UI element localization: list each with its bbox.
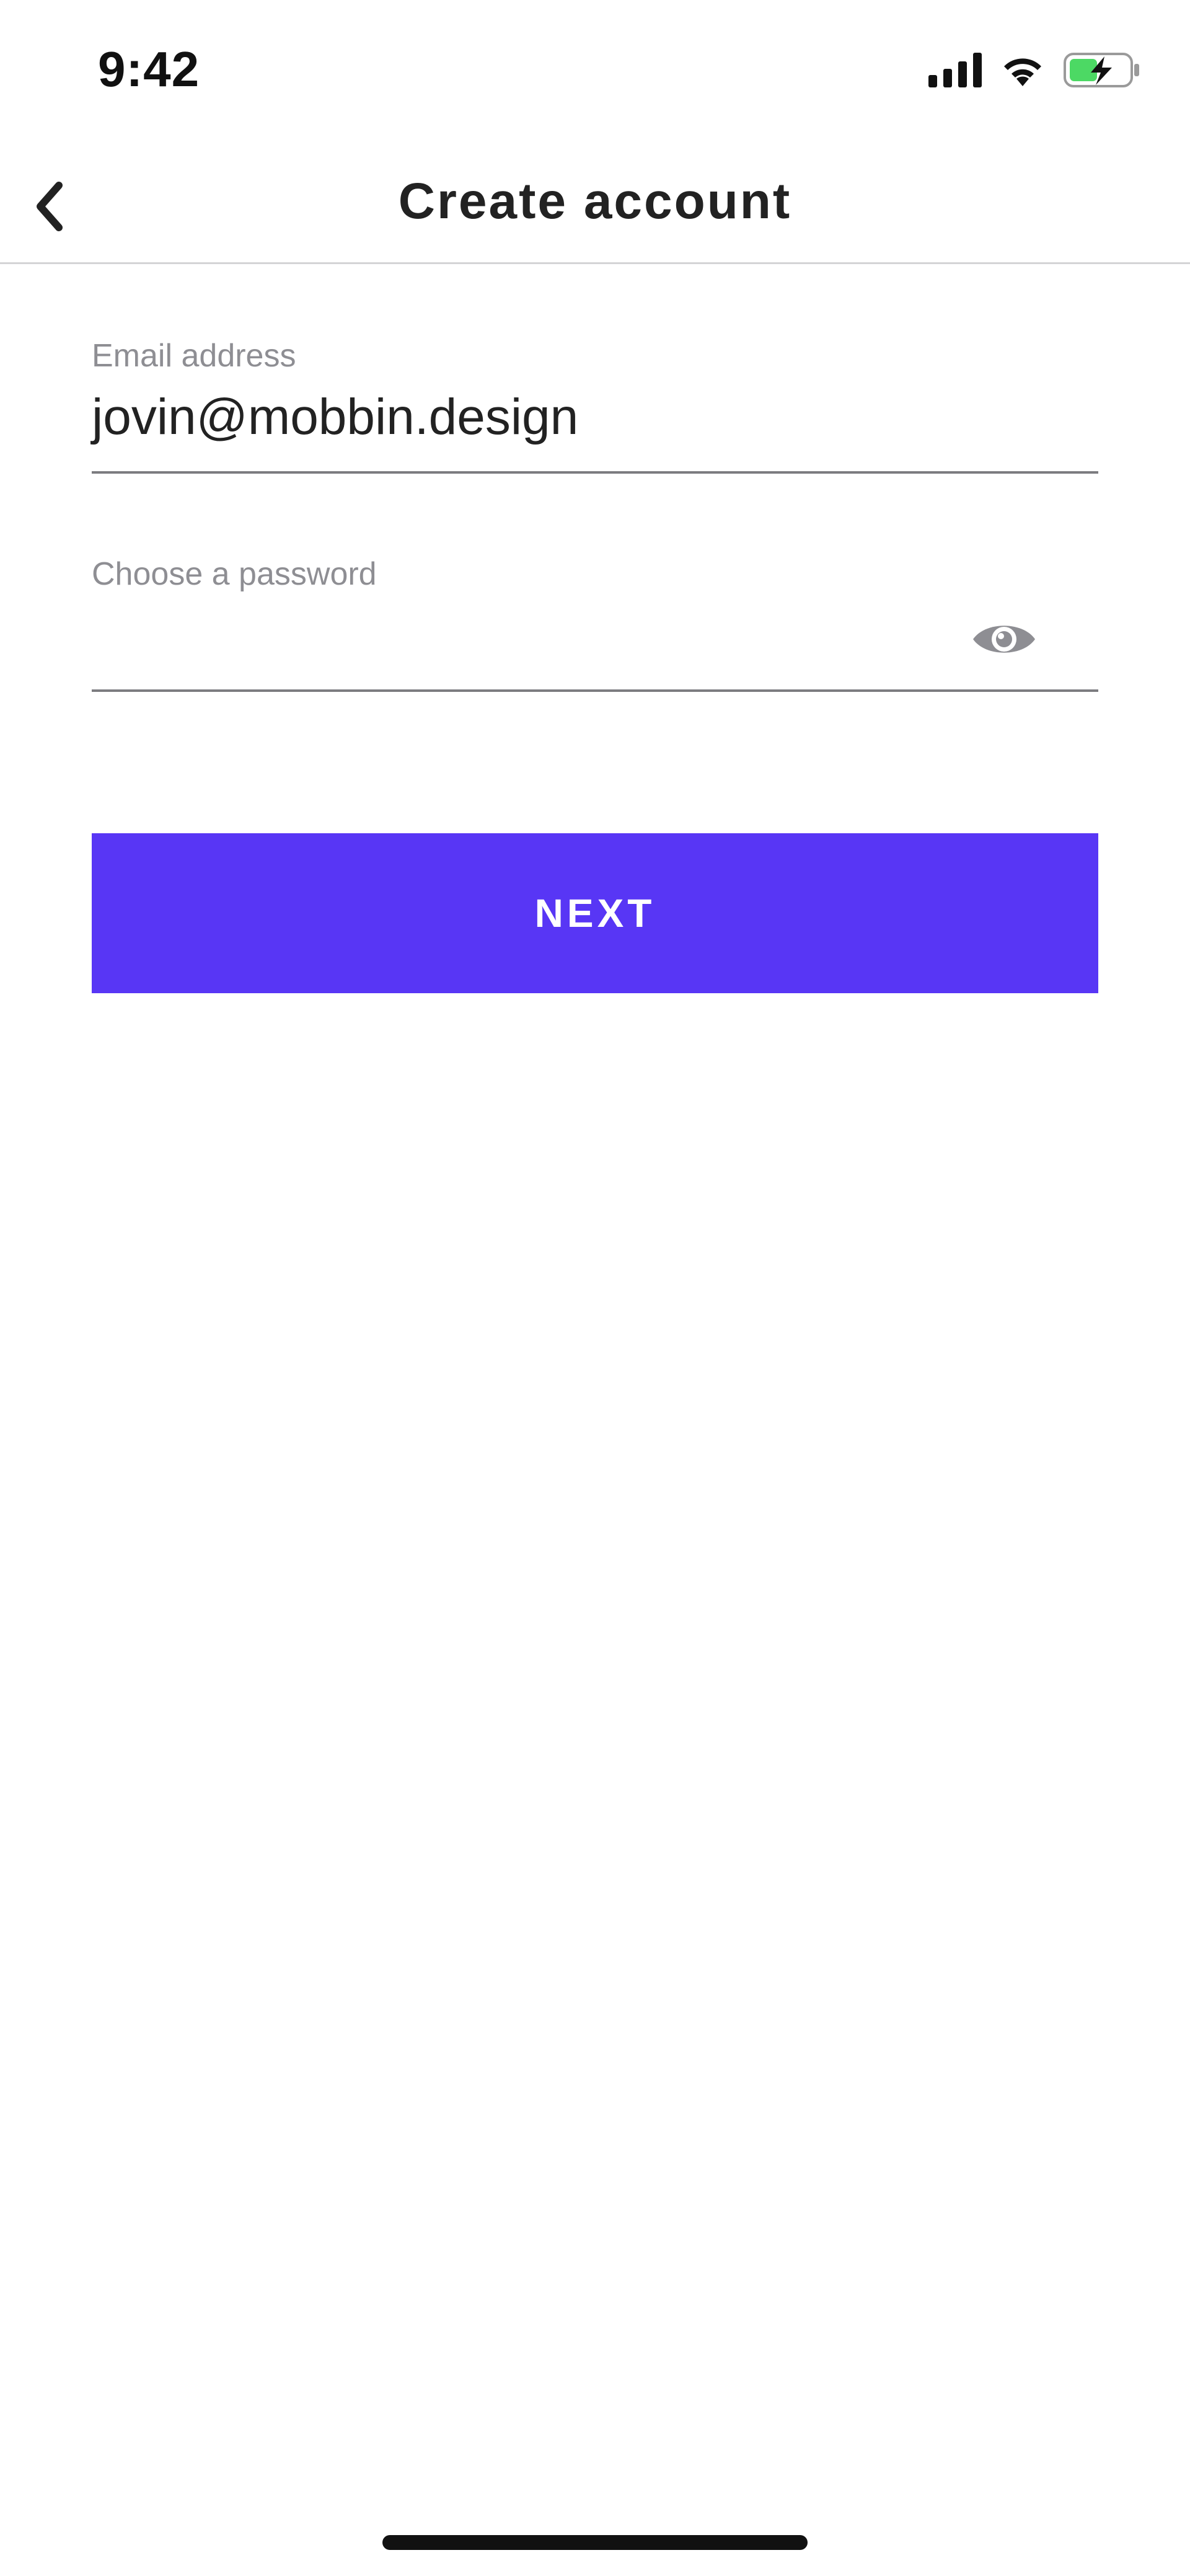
status-time: 9:42 bbox=[98, 42, 200, 97]
next-button[interactable]: NEXT bbox=[92, 833, 1098, 993]
battery-charging-icon bbox=[1064, 51, 1140, 92]
status-bar: 9:42 bbox=[0, 0, 1190, 143]
nav-bar: Create account bbox=[0, 143, 1190, 264]
eye-icon bbox=[972, 620, 1036, 662]
cellular-signal-icon bbox=[928, 52, 982, 91]
password-field-label: Choose a password bbox=[92, 556, 377, 592]
email-field[interactable]: Email address jovin@mobbin.design bbox=[92, 332, 1098, 474]
home-indicator[interactable] bbox=[382, 2535, 808, 2550]
password-field[interactable]: Choose a password bbox=[92, 551, 1098, 692]
email-field-label: Email address bbox=[92, 338, 296, 374]
show-password-toggle[interactable] bbox=[972, 619, 1036, 662]
status-icons bbox=[928, 50, 1140, 93]
wifi-icon bbox=[999, 53, 1046, 91]
email-input[interactable]: jovin@mobbin.design bbox=[92, 383, 959, 451]
page-title: Create account bbox=[398, 173, 792, 229]
